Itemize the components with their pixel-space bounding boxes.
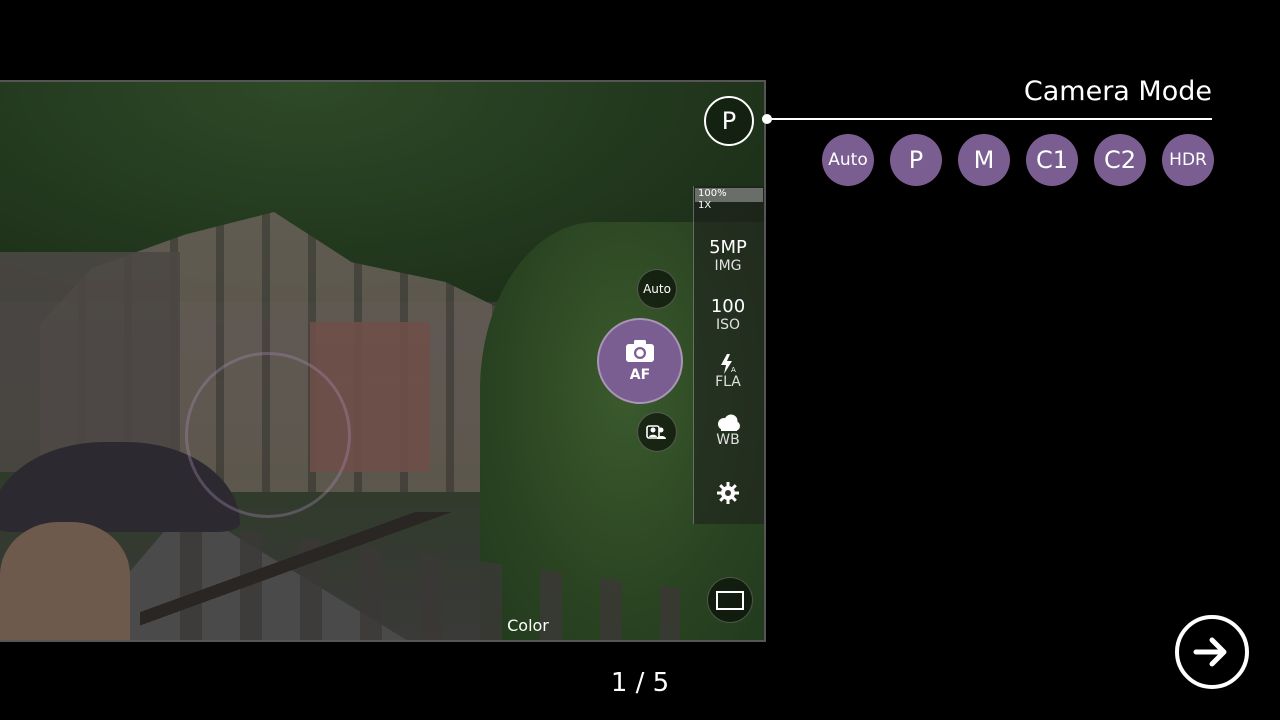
iso-label: ISO	[715, 317, 741, 333]
zoom-factor: 1X	[698, 200, 712, 211]
gear-icon	[717, 482, 739, 504]
tutorial-screen: P Auto AF 100% 1X 5MP IMG 100 ISO A FLA …	[0, 0, 1280, 720]
white-balance-setting[interactable]: WB	[693, 414, 763, 448]
mode-chip-auto: Auto	[822, 134, 874, 186]
scene-auto-button[interactable]: Auto	[637, 269, 677, 309]
zoom-percent: 100%	[698, 188, 727, 199]
image-size-label: IMG	[714, 258, 742, 274]
page-indicator: 1 / 5	[610, 668, 670, 698]
mode-chip-p: P	[890, 134, 942, 186]
shutter-label: AF	[629, 367, 651, 383]
camera-mode-list: Auto P M C1 C2 HDR	[822, 134, 1214, 186]
aspect-ratio-icon	[716, 590, 744, 610]
scene-person	[0, 522, 130, 640]
camera-mode-label: P	[721, 107, 737, 135]
svg-text:A: A	[731, 366, 736, 374]
mode-chip-hdr: HDR	[1162, 134, 1214, 186]
white-balance-label: WB	[716, 432, 740, 448]
iso-value: 100	[710, 296, 746, 317]
mode-chip-m: M	[958, 134, 1010, 186]
color-effect-label[interactable]: Color	[498, 616, 558, 635]
next-button[interactable]	[1175, 615, 1249, 689]
iso-setting[interactable]: 100 ISO	[693, 296, 763, 334]
zoom-indicator[interactable]: 100% 1X	[695, 188, 763, 218]
camera-icon	[626, 340, 654, 362]
camera-mode-button[interactable]: P	[704, 96, 754, 146]
image-size-value: 5MP	[709, 237, 747, 258]
face-detect-button[interactable]	[637, 412, 677, 452]
aspect-ratio-button[interactable]	[707, 577, 753, 623]
flash-label: FLA	[715, 374, 741, 390]
flash-setting[interactable]: A FLA	[693, 354, 763, 390]
callout-pointer-line	[770, 118, 1212, 120]
scene-auto-label: Auto	[643, 282, 671, 296]
cloud-icon	[718, 414, 740, 431]
mode-chip-c1: C1	[1026, 134, 1078, 186]
focus-ring	[185, 352, 351, 518]
scene-building-left	[0, 252, 180, 472]
callout-title: Camera Mode	[1023, 76, 1212, 107]
image-size-setting[interactable]: 5MP IMG	[693, 237, 763, 275]
flash-auto-icon: A	[721, 354, 736, 374]
mode-chip-c2: C2	[1094, 134, 1146, 186]
shutter-button[interactable]: AF	[597, 318, 683, 404]
people-icon	[646, 425, 666, 439]
arrow-right-icon	[1193, 637, 1227, 667]
settings-button[interactable]	[693, 482, 763, 504]
